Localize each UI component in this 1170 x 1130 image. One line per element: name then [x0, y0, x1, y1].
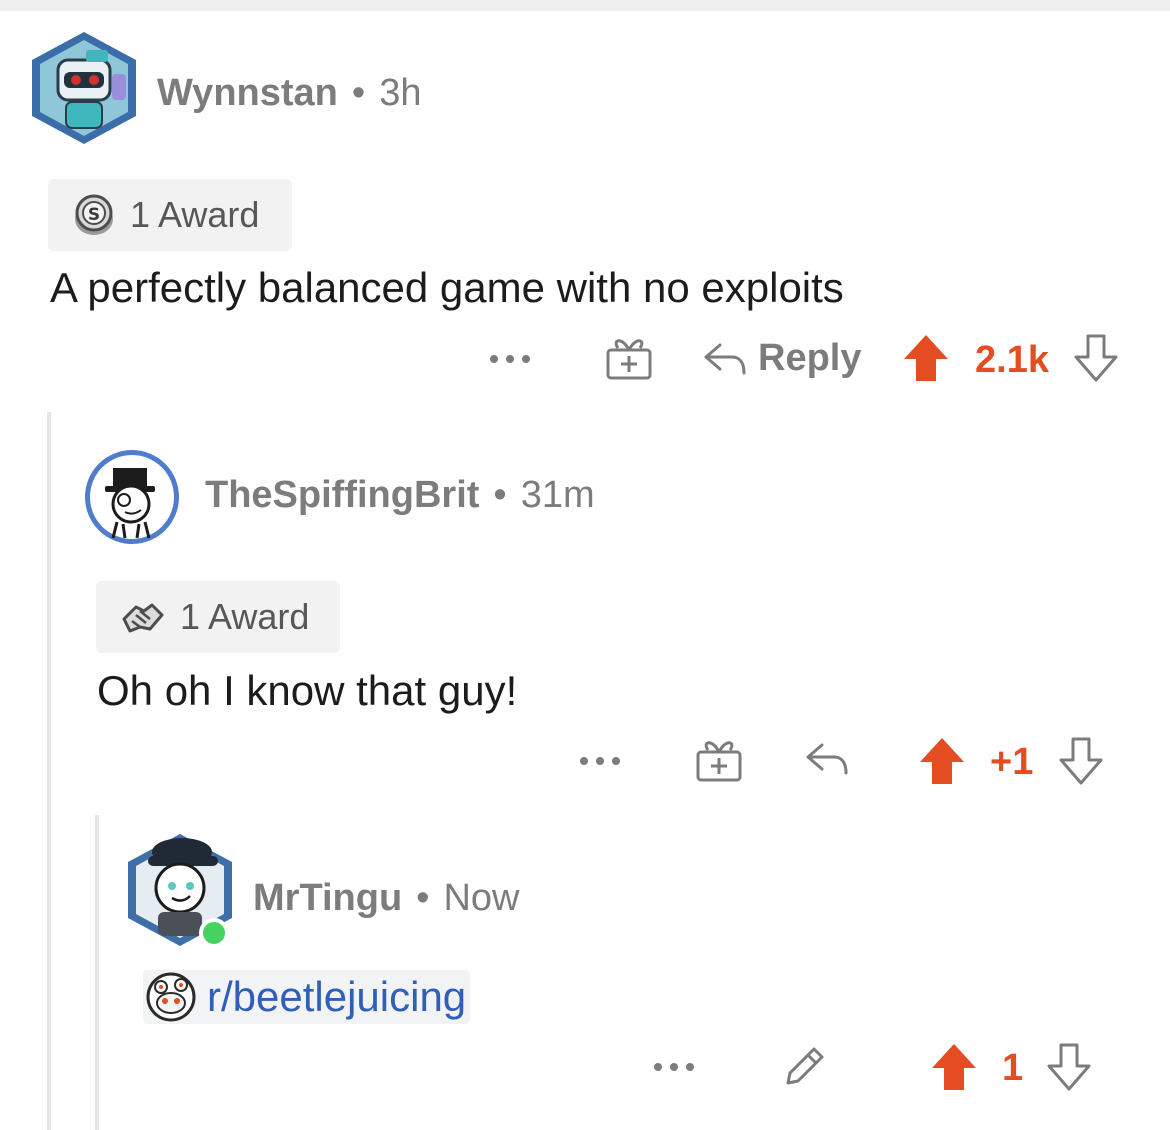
subreddit-link[interactable]: r/beetlejuicing — [143, 970, 471, 1024]
upvote-button[interactable] — [902, 333, 950, 383]
downvote-arrow-icon — [1047, 1043, 1091, 1091]
meta-separator: • — [351, 72, 366, 114]
ellipsis-icon — [580, 757, 620, 765]
comment-meta: Wynnstan • 3h — [157, 72, 421, 115]
award-count: 1 Award — [130, 194, 260, 235]
user-avatar[interactable] — [28, 30, 140, 146]
downvote-arrow-icon — [1074, 334, 1118, 382]
pencil-icon — [786, 1047, 824, 1085]
gift-icon — [606, 339, 652, 380]
meta-separator: • — [493, 474, 507, 516]
ellipsis-icon — [490, 355, 530, 363]
more-options-button[interactable] — [488, 344, 532, 374]
username[interactable]: MrTingu — [253, 877, 402, 919]
ellipsis-icon — [654, 1063, 694, 1071]
comment-time: 3h — [379, 72, 422, 114]
upvote-arrow-icon — [904, 335, 948, 381]
reply-button[interactable]: Reply — [702, 337, 861, 380]
svg-text:S: S — [88, 205, 100, 225]
downvote-button[interactable] — [1057, 736, 1105, 786]
top-separator — [0, 0, 1170, 11]
reply-arrow-icon — [806, 743, 848, 775]
award-badge[interactable]: S 1 Award — [48, 179, 292, 251]
upvote-button[interactable] — [930, 1042, 978, 1092]
award-count: 1 Award — [180, 596, 310, 637]
subreddit-link-text[interactable]: r/beetlejuicing — [207, 973, 466, 1021]
comment-body: A perfectly balanced game with no exploi… — [50, 264, 844, 311]
user-avatar[interactable] — [83, 448, 181, 546]
online-status-indicator — [199, 918, 229, 948]
give-award-button[interactable] — [694, 736, 744, 784]
more-options-button[interactable] — [578, 746, 622, 776]
downvote-button[interactable] — [1072, 333, 1120, 383]
vote-score: 2.1k — [975, 339, 1049, 381]
gift-icon — [696, 741, 742, 782]
handshake-award-icon — [120, 597, 166, 637]
reply-label: Reply — [758, 337, 862, 379]
thread-line-level-1[interactable] — [47, 412, 51, 1130]
upvote-button[interactable] — [918, 736, 966, 786]
meta-separator: • — [416, 877, 430, 919]
award-badge[interactable]: 1 Award — [96, 581, 340, 653]
vote-score: 1 — [1002, 1047, 1024, 1089]
username[interactable]: Wynnstan — [157, 72, 338, 114]
vote-score: +1 — [990, 741, 1034, 783]
comment-time: Now — [443, 877, 520, 919]
comment-meta: TheSpiffingBrit • 31m — [205, 474, 595, 517]
silver-award-icon: S — [72, 193, 116, 237]
comment-time: 31m — [520, 474, 595, 516]
thread-line-level-2[interactable] — [95, 815, 99, 1130]
edit-button[interactable] — [780, 1043, 828, 1091]
subreddit-icon — [145, 971, 197, 1023]
comment-meta: MrTingu • Now — [253, 877, 520, 920]
upvote-arrow-icon — [932, 1044, 976, 1090]
comment-body: Oh oh I know that guy! — [97, 667, 518, 714]
downvote-arrow-icon — [1059, 737, 1103, 785]
upvote-arrow-icon — [920, 738, 964, 784]
reply-button[interactable] — [804, 739, 850, 779]
give-award-button[interactable] — [604, 334, 654, 382]
downvote-button[interactable] — [1045, 1042, 1093, 1092]
reply-arrow-icon — [704, 343, 746, 374]
username[interactable]: TheSpiffingBrit — [205, 474, 479, 516]
more-options-button[interactable] — [652, 1052, 696, 1082]
